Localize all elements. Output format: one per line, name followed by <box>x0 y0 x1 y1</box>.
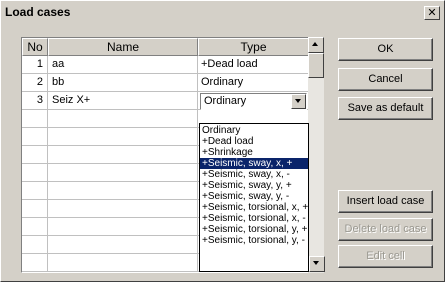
dropdown-option[interactable]: +Seismic, sway, y, - <box>200 191 308 202</box>
cell-no[interactable] <box>22 182 48 200</box>
cell-type[interactable]: Ordinary <box>198 74 308 92</box>
cell-name[interactable] <box>48 110 198 128</box>
cell-name[interactable]: Seiz X+ <box>48 92 198 110</box>
title-bar[interactable]: Load cases ✕ <box>3 3 442 23</box>
cell-name[interactable] <box>48 182 198 200</box>
table-row: 1 aa +Dead load <box>22 56 308 74</box>
type-dropdown-list[interactable]: Ordinary +Dead load +Shrinkage +Seismic,… <box>199 123 309 272</box>
dropdown-option[interactable]: +Seismic, sway, y, + <box>200 180 308 191</box>
type-combobox[interactable]: Ordinary <box>200 93 307 110</box>
combobox-dropdown-button[interactable] <box>291 94 306 109</box>
cell-name[interactable] <box>48 128 198 146</box>
cell-no[interactable] <box>22 146 48 164</box>
cell-no[interactable] <box>22 218 48 236</box>
cell-no[interactable] <box>22 200 48 218</box>
dropdown-option[interactable]: +Seismic, torsional, y, + <box>200 224 308 235</box>
close-button[interactable]: ✕ <box>424 6 440 20</box>
dropdown-option[interactable]: +Seismic, torsional, x, - <box>200 213 308 224</box>
cell-name[interactable] <box>48 218 198 236</box>
insert-load-case-button[interactable]: Insert load case <box>338 190 433 213</box>
cell-name[interactable]: aa <box>48 56 198 74</box>
cell-no[interactable] <box>22 110 48 128</box>
cell-no[interactable]: 2 <box>22 74 48 92</box>
ok-button[interactable]: OK <box>338 38 433 61</box>
cell-no[interactable]: 3 <box>22 92 48 110</box>
cell-name[interactable] <box>48 164 198 182</box>
delete-load-case-button[interactable]: Delete load case <box>338 218 433 241</box>
cell-no[interactable] <box>22 164 48 182</box>
cell-type[interactable]: +Dead load <box>198 56 308 74</box>
cell-name[interactable] <box>48 254 198 272</box>
scroll-up-button[interactable] <box>308 37 324 53</box>
column-header-name[interactable]: Name <box>48 38 198 56</box>
combobox-value: Ordinary <box>204 95 247 107</box>
cell-name[interactable] <box>48 146 198 164</box>
dropdown-option[interactable]: Ordinary <box>200 125 308 136</box>
grid-vertical-scrollbar[interactable] <box>308 37 324 273</box>
dropdown-scroll-down-button[interactable] <box>309 256 325 272</box>
cell-no[interactable] <box>22 128 48 146</box>
edit-cell-button[interactable]: Edit cell <box>338 245 433 268</box>
table-row: 2 bb Ordinary <box>22 74 308 92</box>
dropdown-option[interactable]: +Seismic, torsional, x, + <box>200 202 308 213</box>
cell-no[interactable]: 1 <box>22 56 48 74</box>
arrow-down-icon <box>313 261 319 265</box>
cancel-button[interactable]: Cancel <box>338 68 433 91</box>
cell-name[interactable]: bb <box>48 74 198 92</box>
cell-name[interactable] <box>48 200 198 218</box>
cell-no[interactable] <box>22 236 48 254</box>
column-header-no[interactable]: No <box>22 38 48 56</box>
arrow-up-icon <box>312 42 318 46</box>
dialog-title: Load cases <box>5 5 71 19</box>
cell-no[interactable] <box>22 254 48 272</box>
dropdown-option[interactable]: +Dead load <box>200 136 308 147</box>
cell-name[interactable] <box>48 236 198 254</box>
dropdown-option[interactable]: +Seismic, sway, x, - <box>200 169 308 180</box>
dropdown-option[interactable]: +Seismic, torsional, y, - <box>200 235 308 246</box>
column-header-type[interactable]: Type <box>198 38 308 56</box>
dropdown-option-selected[interactable]: +Seismic, sway, x, + <box>200 158 308 169</box>
dropdown-option[interactable]: +Shrinkage <box>200 147 308 158</box>
close-icon: ✕ <box>427 6 437 19</box>
scroll-thumb[interactable] <box>308 53 324 78</box>
chevron-down-icon <box>295 99 301 103</box>
save-as-default-button[interactable]: Save as default <box>338 97 433 120</box>
